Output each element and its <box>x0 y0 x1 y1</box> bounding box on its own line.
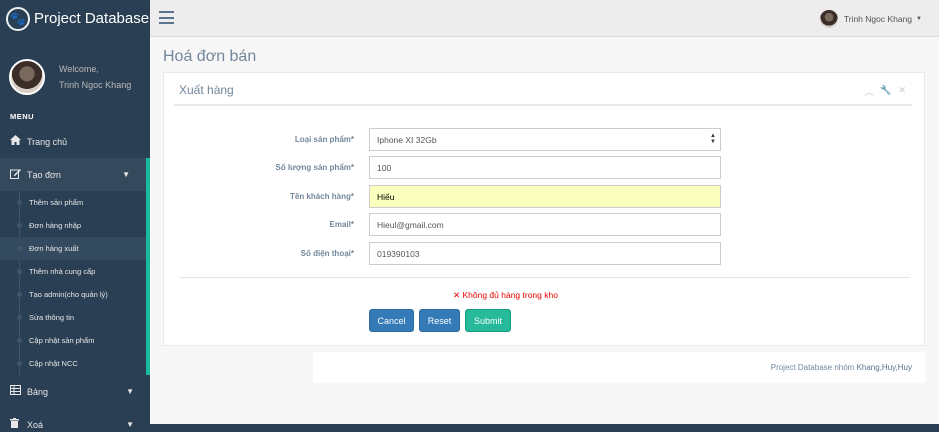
user-menu[interactable]: Trinh Ngoc Khang ▼ <box>819 10 922 28</box>
sidebar-item-label: Tạo đơn <box>27 169 61 180</box>
sidebar-item-table[interactable]: Bảng ▼ <box>0 375 150 408</box>
select-arrows-icon: ▲ ▼ <box>710 133 716 145</box>
menu-toggle-icon[interactable] <box>159 11 174 24</box>
product-type-label: Loại sản phẩm* <box>294 135 354 144</box>
chevron-down-icon: ▼ <box>122 170 130 179</box>
cancel-button[interactable]: Cancel <box>369 309 414 332</box>
avatar <box>9 58 45 95</box>
welcome-text: Welcome, <box>59 63 99 74</box>
paw-icon: 🐾 <box>6 6 30 31</box>
panel-title: Xuất hàng <box>179 83 234 97</box>
panel-tools: ︿ 🔧 ✕ <box>864 85 906 98</box>
footer-link[interactable]: Khang,Huy,Huy <box>857 363 912 372</box>
submenu-item[interactable]: Tạo admin(cho quản lý) <box>0 283 146 306</box>
phone-input[interactable]: 019390103 <box>369 242 721 265</box>
customer-label: Tên khách hàng* <box>289 192 354 201</box>
home-icon <box>10 135 22 148</box>
table-icon <box>10 385 22 398</box>
submenu-item[interactable]: Sửa thông tin <box>0 306 146 329</box>
submenu-item[interactable]: Đơn hàng nhập <box>0 214 146 237</box>
bottom-bar <box>150 424 939 432</box>
chevron-down-icon: ▼ <box>126 387 134 396</box>
page-title: Hoá đơn bán <box>163 48 257 65</box>
footer: Project Database nhóm Khang,Huy,Huy <box>313 352 925 383</box>
submenu-create: Thêm sản phẩm Đơn hàng nhập Đơn hàng xuấ… <box>0 191 150 375</box>
error-message: ✕ Không đủ hàng trong kho <box>453 290 558 300</box>
product-type-value: Iphone XI 32Gb <box>377 134 437 145</box>
quantity-label: Số lượng sản phẩm* <box>275 163 354 172</box>
sidebar-item-label: Bảng <box>27 386 49 397</box>
caret-down-icon: ▼ <box>916 16 922 22</box>
email-label: Email* <box>329 220 354 229</box>
submenu-item-current[interactable]: Đơn hàng xuất <box>0 237 146 260</box>
sidebar-item-home[interactable]: Trang chủ <box>0 125 150 158</box>
product-type-select[interactable]: Iphone XI 32Gb ▲ ▼ <box>369 128 721 151</box>
brand[interactable]: 🐾 Project Database <box>0 0 150 37</box>
submenu-item[interactable]: Cập nhật sản phẩm <box>0 329 146 352</box>
customer-input[interactable]: Hiếu <box>369 185 721 208</box>
profile: Welcome, Trinh Ngoc Khang <box>0 49 150 104</box>
avatar <box>819 10 838 28</box>
user-name: Trinh Ngoc Khang <box>843 14 913 24</box>
chevron-down-icon: ▼ <box>126 420 134 429</box>
reset-button[interactable]: Reset <box>419 309 460 332</box>
sidebar: 🐾 Project Database Welcome, Trinh Ngoc K… <box>0 0 150 432</box>
sidebar-item-label: Xoá <box>27 419 44 430</box>
form-panel: Xuất hàng ︿ 🔧 ✕ Loại sản phẩm* Iphone XI… <box>163 72 925 346</box>
submenu-item[interactable]: Thêm nhà cung cấp <box>0 260 146 283</box>
submit-button[interactable]: Submit <box>465 309 511 332</box>
close-icon[interactable]: ✕ <box>898 85 906 98</box>
edit-icon <box>10 168 22 182</box>
quantity-input[interactable]: 100 <box>369 156 721 179</box>
submenu-item[interactable]: Thêm sản phẩm <box>0 191 146 214</box>
wrench-icon[interactable]: 🔧 <box>880 85 891 98</box>
collapse-icon[interactable]: ︿ <box>864 85 873 98</box>
trash-icon <box>10 418 22 431</box>
footer-text: Project Database nhóm Khang,Huy,Huy <box>770 363 912 372</box>
top-navbar: Trinh Ngoc Khang ▼ <box>150 0 939 37</box>
sidebar-item-label: Trang chủ <box>27 136 68 147</box>
brand-title: Project Database <box>34 10 150 27</box>
phone-label: Số điện thoại* <box>300 249 354 258</box>
submenu-item[interactable]: Cập nhật NCC <box>0 352 146 375</box>
sidebar-item-delete[interactable]: Xoá ▼ <box>0 408 150 432</box>
menu-heading: MENU <box>10 112 35 121</box>
sidebar-item-create[interactable]: Tạo đơn ▼ <box>0 158 150 191</box>
profile-name: Trinh Ngoc Khang <box>59 79 132 90</box>
email-input[interactable]: Hieul@gmail.com <box>369 213 721 236</box>
